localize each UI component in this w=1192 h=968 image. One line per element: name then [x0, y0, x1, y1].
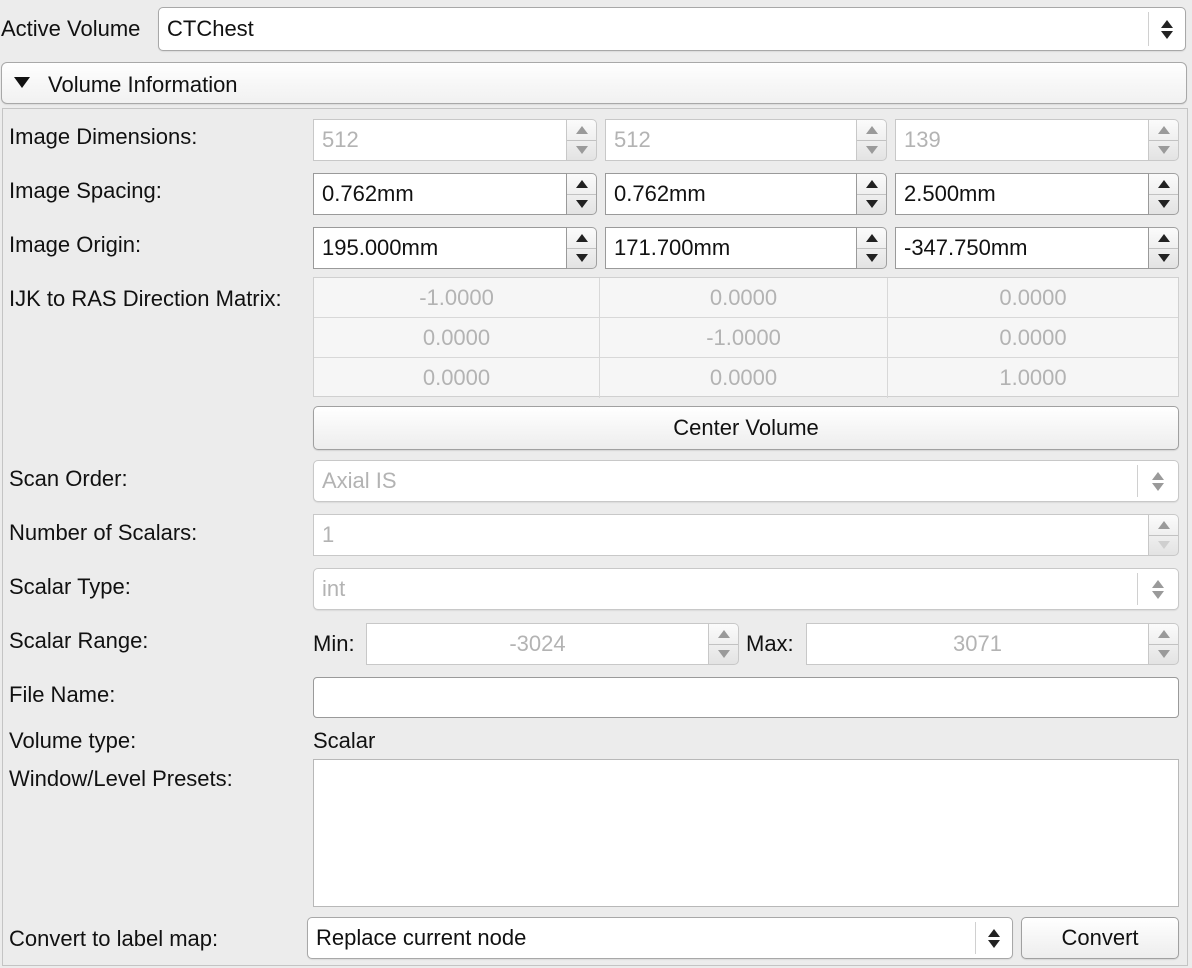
convert-button[interactable]: Convert [1021, 917, 1179, 959]
spin-up-icon[interactable] [1149, 515, 1178, 536]
convert-button-label: Convert [1061, 925, 1139, 950]
scalar-range-min[interactable]: -3024 [366, 623, 739, 665]
scalar-range-max-label: Max: [746, 631, 794, 656]
number-of-scalars-label: Number of Scalars: [9, 520, 198, 545]
scalar-type-select[interactable]: int [313, 568, 1179, 610]
spin-up-icon[interactable] [1149, 120, 1178, 141]
spin-up-icon[interactable] [567, 174, 596, 195]
origin-z-value: -347.750mm [904, 235, 1028, 260]
spin-down-icon[interactable] [567, 194, 596, 214]
volume-type-label: Volume type: [9, 728, 137, 753]
volume-information-toggle[interactable]: Volume Information [1, 62, 1187, 104]
number-of-scalars-value: 1 [322, 522, 335, 547]
spin-up-icon[interactable] [567, 228, 596, 249]
chevron-updown-icon [1137, 573, 1178, 605]
scalar-range-label: Scalar Range: [9, 628, 149, 653]
dimension-j-value: 512 [614, 127, 651, 152]
scalar-range-max-value: 3071 [953, 631, 1002, 656]
chevron-updown-icon [975, 922, 1012, 954]
active-volume-label: Active Volume [1, 16, 141, 41]
image-spacing-x[interactable]: 0.762mm [313, 173, 597, 215]
scan-order-label: Scan Order: [9, 466, 128, 491]
image-spacing-label: Image Spacing: [9, 178, 162, 203]
spin-down-icon[interactable] [1149, 140, 1178, 160]
section-title: Volume Information [48, 72, 238, 97]
image-origin-z[interactable]: -347.750mm [895, 227, 1179, 269]
scalar-range-min-value: -3024 [509, 631, 566, 656]
triangle-down-icon [14, 77, 30, 88]
scalar-type-value: int [322, 576, 346, 601]
spin-down-icon[interactable] [857, 248, 886, 268]
spin-down-icon[interactable] [1149, 535, 1178, 555]
image-dimensions-label: Image Dimensions: [9, 124, 198, 149]
matrix-cell: -1.0000 [314, 278, 600, 318]
spacing-z-value: 2.500mm [904, 181, 996, 206]
image-dimensions-j[interactable]: 512 [605, 119, 887, 161]
matrix-cell: 0.0000 [314, 358, 600, 398]
spin-up-icon[interactable] [857, 174, 886, 195]
scalar-range-max[interactable]: 3071 [806, 623, 1179, 665]
matrix-cell: -1.0000 [600, 318, 888, 358]
window-level-presets-label: Window/Level Presets: [9, 766, 233, 791]
center-volume-label: Center Volume [673, 415, 819, 440]
image-dimensions-i[interactable]: 512 [313, 119, 597, 161]
scalar-type-label: Scalar Type: [9, 574, 131, 599]
chevron-updown-icon [1148, 12, 1185, 46]
matrix-cell: 0.0000 [888, 278, 1178, 318]
image-spacing-z[interactable]: 2.500mm [895, 173, 1179, 215]
number-of-scalars-spinbox[interactable]: 1 [313, 514, 1179, 556]
convert-label-map-label: Convert to label map: [9, 926, 219, 951]
image-origin-y[interactable]: 171.700mm [605, 227, 887, 269]
origin-x-value: 195.000mm [322, 235, 439, 260]
image-origin-x[interactable]: 195.000mm [313, 227, 597, 269]
spin-up-icon[interactable] [1149, 174, 1178, 195]
image-origin-label: Image Origin: [9, 232, 142, 257]
file-name-input[interactable] [313, 677, 1179, 718]
spin-up-icon[interactable] [567, 120, 596, 141]
spin-up-icon[interactable] [857, 228, 886, 249]
file-name-label: File Name: [9, 682, 116, 707]
dimension-k-value: 139 [904, 127, 941, 152]
matrix-cell: 0.0000 [888, 318, 1178, 358]
convert-mode-value: Replace current node [316, 925, 527, 950]
center-volume-button[interactable]: Center Volume [313, 406, 1179, 450]
spin-up-icon[interactable] [1149, 624, 1178, 645]
spacing-x-value: 0.762mm [322, 181, 414, 206]
spin-down-icon[interactable] [1149, 644, 1178, 664]
image-spacing-y[interactable]: 0.762mm [605, 173, 887, 215]
matrix-cell: 1.0000 [999, 365, 1067, 390]
direction-matrix-label: IJK to RAS Direction Matrix: [9, 286, 282, 311]
spin-down-icon[interactable] [1149, 248, 1178, 268]
origin-y-value: 171.700mm [614, 235, 731, 260]
spin-down-icon[interactable] [1149, 194, 1178, 214]
chevron-updown-icon [1137, 465, 1178, 497]
direction-matrix-table: -1.0000 0.0000 0.0000 0.0000 -1.0000 0.0… [313, 277, 1179, 398]
spin-down-icon[interactable] [709, 644, 738, 664]
spin-down-icon[interactable] [857, 140, 886, 160]
active-volume-value: CTChest [167, 16, 254, 41]
image-dimensions-k[interactable]: 139 [895, 119, 1179, 161]
matrix-cell: 0.0000 [600, 358, 888, 398]
spin-up-icon[interactable] [857, 120, 886, 141]
active-volume-select[interactable]: CTChest [158, 7, 1186, 51]
spin-up-icon[interactable] [1149, 228, 1178, 249]
scan-order-select[interactable]: Axial IS [313, 460, 1179, 502]
spin-down-icon[interactable] [567, 248, 596, 268]
matrix-cell: 0.0000 [600, 278, 888, 318]
scalar-range-min-label: Min: [313, 631, 355, 656]
matrix-cell: 0.0000 [314, 318, 600, 358]
convert-mode-select[interactable]: Replace current node [307, 917, 1013, 959]
spin-down-icon[interactable] [857, 194, 886, 214]
spin-down-icon[interactable] [567, 140, 596, 160]
volume-type-value: Scalar [313, 728, 376, 753]
window-level-presets-area[interactable] [313, 759, 1179, 907]
dimension-i-value: 512 [322, 127, 359, 152]
spacing-y-value: 0.762mm [614, 181, 706, 206]
scan-order-value: Axial IS [322, 468, 397, 493]
spin-up-icon[interactable] [709, 624, 738, 645]
